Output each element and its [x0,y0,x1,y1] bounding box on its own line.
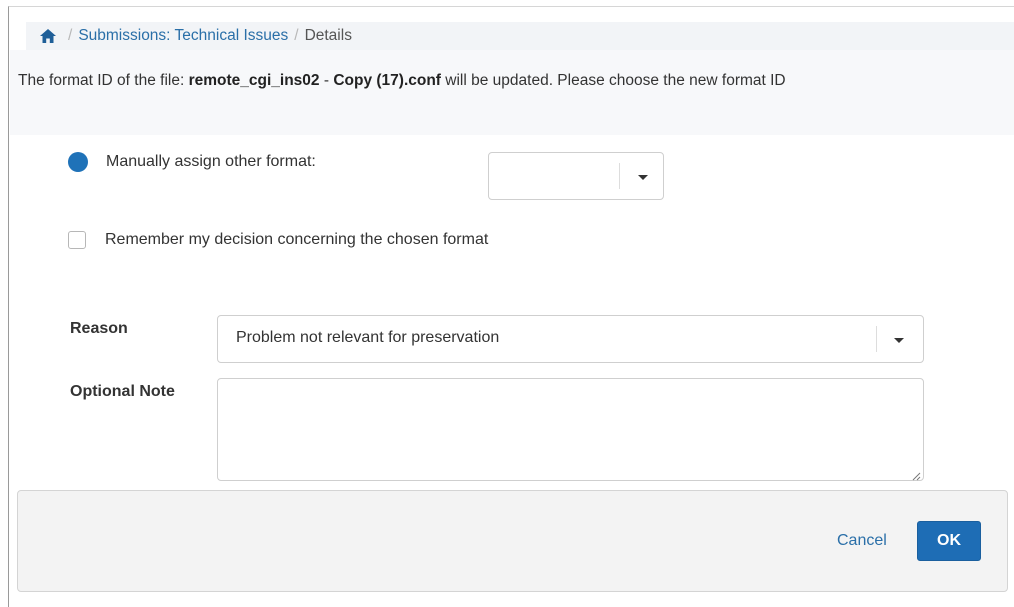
breadcrumb-current: Details [304,27,352,44]
manual-format-radio[interactable] [68,152,88,172]
message-suffix: will be updated. Please choose the new f… [440,72,786,89]
message-file-name-part1: remote_cgi_ins02 [188,72,320,89]
reason-select[interactable]: Problem not relevant for preservation [217,315,924,363]
dialog-footer: Cancel OK [17,490,1008,592]
format-select[interactable] [488,152,664,200]
manual-format-label[interactable]: Manually assign other format: [106,153,316,171]
select-divider [619,163,620,189]
info-message: The format ID of the file: remote_cgi_in… [10,50,1014,135]
home-icon[interactable] [40,29,56,43]
breadcrumb: / Submissions: Technical Issues / Detail… [26,22,1014,50]
cancel-button[interactable]: Cancel [837,522,887,560]
optional-note-label: Optional Note [70,383,175,400]
breadcrumb-separator: / [68,27,73,44]
optional-note-textarea[interactable] [217,378,924,481]
ok-button[interactable]: OK [917,521,981,561]
reason-select-value: Problem not relevant for preservation [236,329,500,346]
message-file-name-part2: Copy (17).conf [333,72,441,89]
select-divider [876,326,877,352]
message-prefix: The format ID of the file: [18,72,189,89]
message-joiner: - [319,72,334,89]
remember-decision-option: Remember my decision concerning the chos… [68,231,488,249]
breadcrumb-link-submissions[interactable]: Submissions: Technical Issues [78,27,288,45]
chevron-down-icon[interactable] [894,338,904,343]
remember-decision-label[interactable]: Remember my decision concerning the chos… [105,231,488,249]
chevron-down-icon[interactable] [638,175,648,180]
reason-label: Reason [70,320,128,337]
resize-handle-icon[interactable] [911,468,921,481]
manual-format-option: Manually assign other format: [68,152,316,172]
remember-decision-checkbox[interactable] [68,231,86,249]
breadcrumb-separator: / [294,27,299,44]
